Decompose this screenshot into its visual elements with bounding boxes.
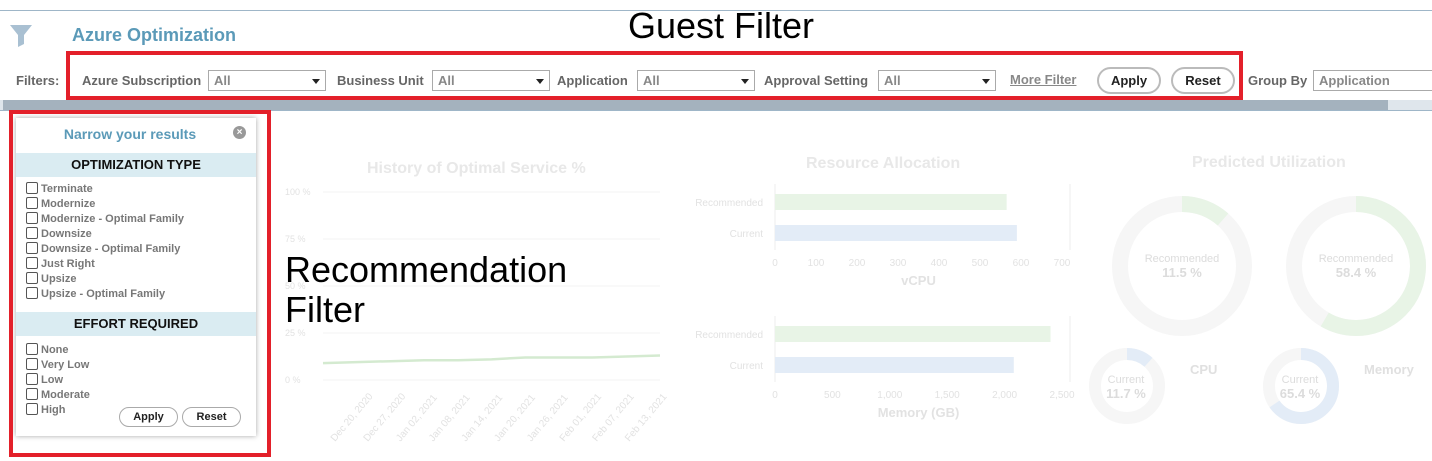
predicted-utilization-title: Predicted Utilization	[1192, 154, 1346, 171]
x-tick-label: 2,000	[992, 390, 1017, 401]
x-axis-label: vCPU	[901, 273, 936, 288]
group-by-label: Group By	[1248, 73, 1308, 88]
vcpu-bar-chart: Recommended Current 0 100 200 300 400 500 600 700…	[695, 184, 1071, 288]
resource-allocation-title: Resource Allocation	[806, 155, 961, 172]
x-tick-label: 0	[772, 258, 778, 269]
guest-filter-annotation: Guest Filter	[628, 5, 815, 46]
group-by-select[interactable]: Application	[1313, 70, 1432, 91]
cpu-current-caption: Current	[1107, 374, 1145, 386]
y-tick-label: 0 %	[285, 375, 301, 385]
memory-group-label: Memory	[1364, 362, 1414, 377]
recommendation-filter-annotation: Recommendation Filter	[285, 249, 568, 331]
x-tick-label: 100	[808, 258, 825, 269]
memory-recommended-label: Recommended 58.4 %	[1312, 253, 1400, 280]
cpu-recommended-value: 11.5 %	[1162, 265, 1202, 280]
category-label: Recommended	[695, 330, 763, 341]
x-tick-label: 200	[849, 258, 866, 269]
memory-current-label: Current 65.4 %	[1272, 374, 1328, 401]
x-tick-label: 400	[931, 258, 948, 269]
bar	[775, 326, 1051, 342]
x-tick-label: 2,500	[1049, 390, 1074, 401]
cpu-recommended-label: Recommended 11.5 %	[1138, 253, 1226, 280]
bar	[775, 357, 1014, 373]
x-tick-label: 700	[1054, 258, 1071, 269]
history-chart-title: History of Optimal Service %	[367, 160, 586, 177]
bar	[775, 194, 1007, 210]
category-label: Recommended	[695, 198, 763, 209]
x-tick-label: 500	[824, 390, 841, 401]
x-tick-label: 500	[972, 258, 989, 269]
cpu-current-value: 11.7 %	[1106, 386, 1146, 401]
x-tick-label: 0	[772, 390, 778, 401]
y-tick-label: 100 %	[285, 187, 311, 197]
memory-current-value: 65.4 %	[1279, 386, 1321, 401]
scrollbar-thumb[interactable]	[3, 100, 1388, 110]
x-tick-label: 300	[890, 258, 907, 269]
page-title: Azure Optimization	[72, 25, 237, 45]
category-label: Current	[730, 361, 764, 372]
x-tick-label: 1,000	[877, 390, 902, 401]
x-axis-label: Memory (GB)	[878, 405, 960, 420]
category-label: Current	[730, 229, 764, 240]
bar	[775, 225, 1017, 241]
filter-icon[interactable]	[8, 22, 34, 48]
memory-current-caption: Current	[1281, 374, 1319, 386]
filters-label: Filters:	[16, 73, 60, 88]
series-line	[322, 354, 661, 365]
x-tick-label: 600	[1013, 258, 1030, 269]
y-tick-label: 75 %	[285, 234, 306, 244]
utilization-donuts	[1089, 196, 1426, 424]
recommendation-filter-highlight	[9, 110, 271, 457]
x-tick-label: 1,500	[935, 390, 960, 401]
cpu-group-label: CPU	[1190, 362, 1218, 377]
app-root: Azure Optimization Guest Filter Filters:…	[0, 0, 1432, 461]
memory-recommended-value: 58.4 %	[1335, 265, 1377, 280]
memory-bar-chart: Recommended Current 0 500 1,000 1,500 2,000 2,5…	[695, 316, 1075, 420]
group-by-value: Application	[1319, 73, 1390, 88]
cpu-recommended-caption: Recommended	[1144, 253, 1220, 265]
guest-filter-highlight	[66, 51, 1243, 100]
memory-recommended-caption: Recommended	[1318, 253, 1394, 265]
cpu-current-label: Current 11.7 %	[1098, 374, 1154, 401]
